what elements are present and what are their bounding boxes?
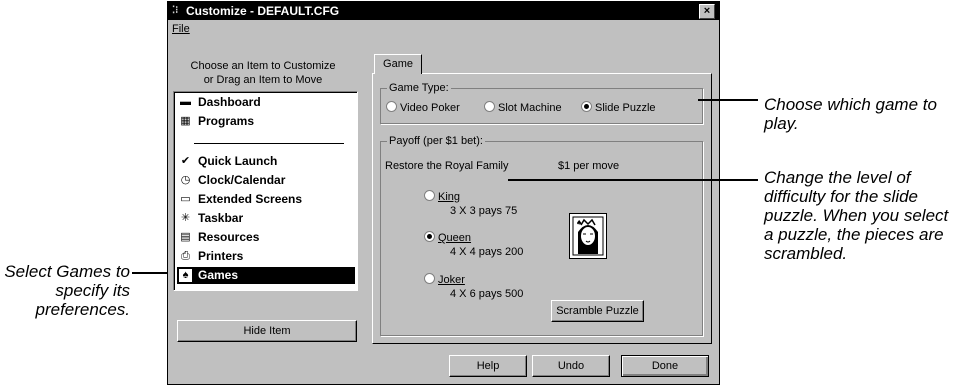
taskbar-icon: ✳ [180, 212, 191, 224]
list-item-label: Taskbar [198, 211, 244, 225]
list-item-label: Resources [198, 230, 260, 244]
scramble-puzzle-button[interactable]: Scramble Puzzle [551, 300, 644, 322]
radio-circle [424, 273, 435, 284]
radio-label: Joker [438, 274, 465, 286]
radio-slide-puzzle[interactable]: Slide Puzzle [581, 101, 656, 115]
list-item-programs[interactable]: ▦ Programs [177, 113, 355, 130]
callout-line-games [132, 272, 172, 274]
customize-item-list[interactable]: ▬ Dashboard ▦ Programs ✔ Quick Launch ◷ … [173, 91, 358, 291]
radio-video-poker[interactable]: Video Poker [386, 101, 460, 115]
quick-launch-icon: ✔ [180, 155, 191, 167]
done-button[interactable]: Done [621, 355, 709, 377]
list-item-dashboard[interactable]: ▬ Dashboard [177, 94, 355, 111]
extended-screens-icon: ▭ [180, 193, 191, 205]
list-divider [194, 143, 344, 144]
radio-circle [386, 101, 397, 112]
callout-line-game-choice [698, 99, 758, 101]
list-item-label: Programs [198, 114, 255, 128]
resources-icon: ▤ [180, 231, 191, 243]
list-item-label: Clock/Calendar [198, 173, 286, 187]
dashboard-icon: ▬ [180, 96, 191, 108]
payoff-rate: $1 per move [558, 160, 620, 172]
list-header-line1: Choose an Item to Customize [190, 60, 336, 72]
window-title: Customize - DEFAULT.CFG [186, 4, 340, 18]
title-bar: ⁚⁝ Customize - DEFAULT.CFG × [168, 2, 719, 20]
programs-icon: ▦ [180, 115, 191, 127]
list-header-line2: or Drag an Item to Move [203, 74, 323, 86]
close-icon[interactable]: × [699, 4, 715, 19]
svg-text:♠: ♠ [576, 219, 582, 227]
queen-face-icon: ♠ [572, 216, 604, 256]
list-item-games[interactable]: ♠ Games [177, 267, 355, 284]
list-item-label: Quick Launch [198, 154, 278, 168]
queen-card-image: ♠ [569, 213, 607, 259]
list-item-label: Printers [198, 249, 244, 263]
radio-joker[interactable]: Joker [424, 273, 465, 287]
clock-icon: ◷ [180, 174, 191, 186]
radio-king[interactable]: King [424, 190, 460, 204]
radio-circle [484, 101, 495, 112]
menu-bar: File [168, 21, 719, 38]
undo-button[interactable]: Undo [532, 355, 610, 377]
app-icon: ⁚⁝ [172, 5, 179, 16]
callout-line-difficulty [508, 179, 758, 181]
payoff-title: Payoff (per $1 bet): [387, 134, 485, 148]
list-item-extended-screens[interactable]: ▭ Extended Screens [177, 191, 355, 208]
radio-label: Slide Puzzle [595, 102, 656, 114]
game-type-group: Game Type: Video Poker Slot Machine Slid… [380, 81, 703, 124]
radio-circle-selected [581, 101, 592, 112]
radio-circle-selected [424, 231, 435, 242]
radio-circle [424, 190, 435, 201]
list-item-label: Games [198, 268, 239, 282]
help-button[interactable]: Help [449, 355, 527, 377]
radio-queen[interactable]: Queen [424, 231, 471, 245]
payoff-description: Restore the Royal Family [385, 160, 509, 172]
tab-game[interactable]: Game [374, 54, 422, 74]
callout-difficulty: Change the level of difficulty for the s… [764, 168, 949, 263]
radio-label: Slot Machine [498, 102, 562, 114]
list-item-clock-calendar[interactable]: ◷ Clock/Calendar [177, 172, 355, 189]
customize-window: ⁚⁝ Customize - DEFAULT.CFG × File Choose… [167, 1, 720, 385]
radio-slot-machine[interactable]: Slot Machine [484, 101, 562, 115]
hide-item-button[interactable]: Hide Item [177, 320, 357, 342]
list-item-printers[interactable]: ⎙ Printers [177, 248, 355, 265]
queen-payoff-detail: 4 X 4 pays 200 [450, 246, 524, 258]
radio-label: Queen [438, 232, 472, 244]
king-payoff-detail: 3 X 3 pays 75 [450, 205, 518, 217]
list-item-resources[interactable]: ▤ Resources [177, 229, 355, 246]
radio-label: King [438, 191, 461, 203]
radio-label: Video Poker [400, 102, 460, 114]
game-type-title: Game Type: [387, 81, 451, 95]
list-item-taskbar[interactable]: ✳ Taskbar [177, 210, 355, 227]
callout-choose-game: Choose which game to play. [764, 95, 937, 133]
list-item-label: Extended Screens [198, 192, 303, 206]
printer-icon: ⎙ [181, 250, 190, 262]
joker-payoff-detail: 4 X 6 pays 500 [450, 288, 524, 300]
menu-file[interactable]: File [172, 21, 190, 38]
list-item-quick-launch[interactable]: ✔ Quick Launch [177, 153, 355, 170]
callout-select-games: Select Games to specify its preferences. [4, 262, 130, 319]
list-item-label: Dashboard [198, 95, 261, 109]
games-icon: ♠ [179, 269, 192, 282]
